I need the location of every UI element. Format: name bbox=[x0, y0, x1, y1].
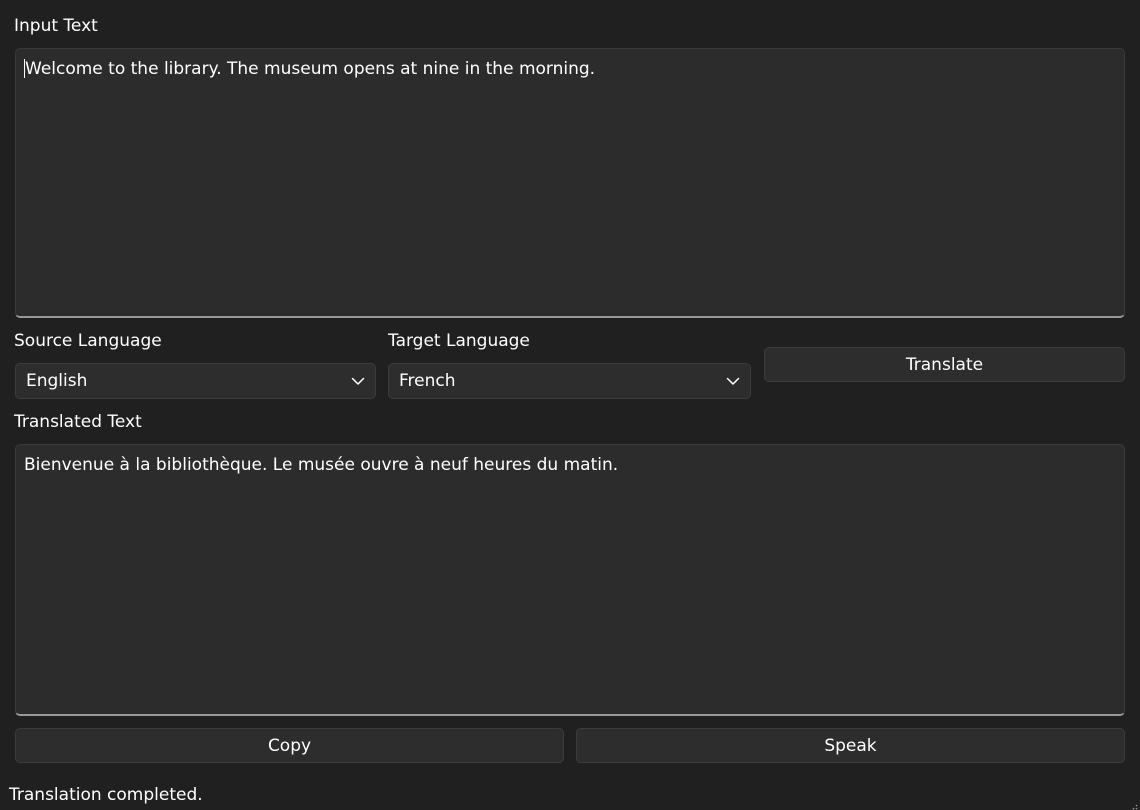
input-text-area[interactable]: Welcome to the library. The museum opens… bbox=[15, 48, 1125, 318]
source-language-value: English bbox=[26, 371, 88, 391]
chevron-down-icon bbox=[351, 374, 365, 388]
source-language-select[interactable]: English bbox=[15, 363, 376, 399]
translator-window: Input Text Welcome to the library. The m… bbox=[0, 0, 1140, 810]
speak-button[interactable]: Speak bbox=[576, 728, 1125, 763]
chevron-down-icon bbox=[726, 374, 740, 388]
translated-text-value: Bienvenue à la bibliothèque. Le musée ou… bbox=[24, 455, 619, 475]
translate-button[interactable]: Translate bbox=[764, 347, 1125, 382]
source-language-label: Source Language bbox=[14, 331, 162, 351]
copy-button[interactable]: Copy bbox=[15, 728, 564, 763]
translated-text-area[interactable]: Bienvenue à la bibliothèque. Le musée ou… bbox=[15, 444, 1125, 716]
target-language-select[interactable]: French bbox=[388, 363, 751, 399]
input-text-value: Welcome to the library. The museum opens… bbox=[25, 59, 596, 79]
status-text: Translation completed. bbox=[9, 785, 203, 805]
translated-text-label: Translated Text bbox=[14, 412, 142, 432]
input-text-label: Input Text bbox=[14, 16, 98, 36]
target-language-value: French bbox=[399, 371, 456, 391]
resize-grip-icon[interactable] bbox=[1128, 798, 1138, 810]
target-language-label: Target Language bbox=[388, 331, 530, 351]
